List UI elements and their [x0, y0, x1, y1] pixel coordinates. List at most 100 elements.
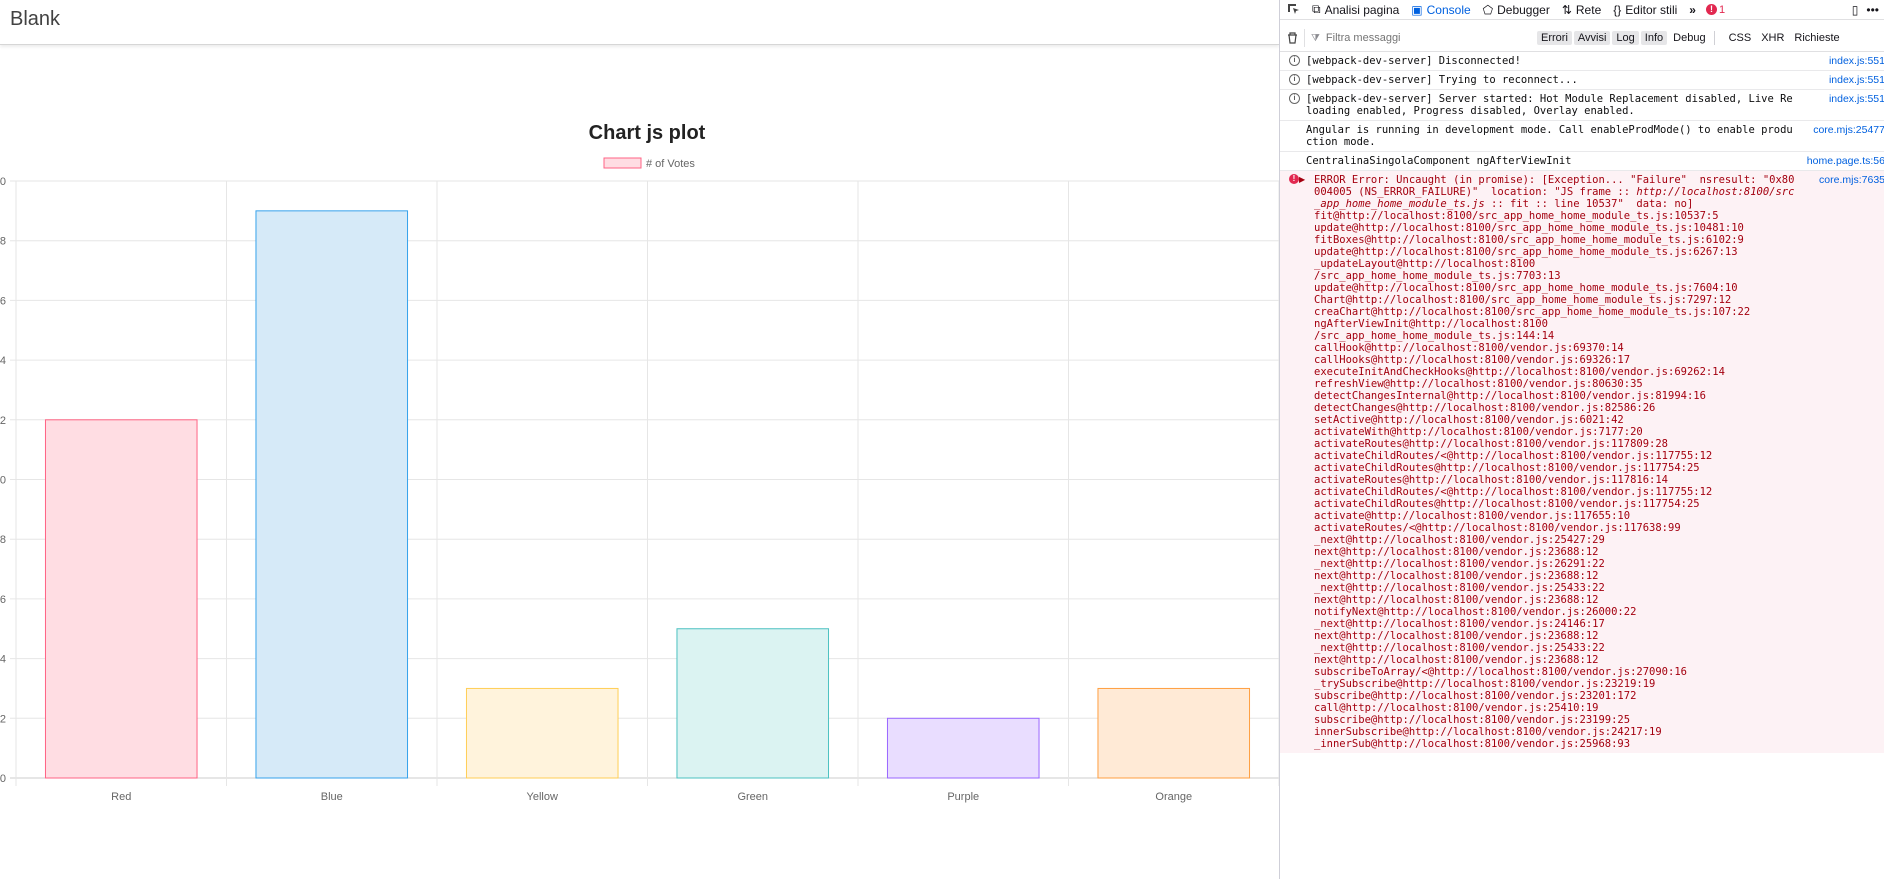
- message-source-link[interactable]: index.js:551: [1829, 93, 1884, 105]
- message-text: [webpack-dev-server] Trying to reconnect…: [1306, 74, 1578, 86]
- message-source-link[interactable]: core.mjs:7635: [1819, 174, 1884, 186]
- filter-level-debug[interactable]: Debug: [1669, 31, 1709, 45]
- stack-frame[interactable]: callHooks@http://localhost:8100/vendor.j…: [1314, 354, 1799, 366]
- message-source-link[interactable]: index.js:551: [1829, 74, 1884, 86]
- stack-frame[interactable]: /src_app_home_home_module_ts.js:144:14: [1314, 330, 1799, 342]
- tab-console[interactable]: ▣ Console: [1405, 0, 1476, 19]
- tab-label: Rete: [1575, 2, 1602, 17]
- stack-frame[interactable]: activateChildRoutes/<@http://localhost:8…: [1314, 450, 1799, 462]
- stack-frame[interactable]: activateChildRoutes@http://localhost:810…: [1314, 498, 1799, 510]
- stack-frame[interactable]: update@http://localhost:8100/src_app_hom…: [1314, 282, 1799, 294]
- console-message: i [webpack-dev-server] Disconnected! index…: [1280, 52, 1884, 71]
- stack-frame[interactable]: creaChart@http://localhost:8100/src_app_…: [1314, 306, 1799, 318]
- stack-frame[interactable]: activate@http://localhost:8100/vendor.js…: [1314, 510, 1799, 522]
- console-message: Angular is running in development mode. …: [1280, 121, 1884, 152]
- y-tick-label: 2: [0, 415, 6, 427]
- expand-arrow-icon[interactable]: ▶: [1299, 174, 1305, 186]
- tab-rete[interactable]: ⇅ Rete: [1556, 0, 1607, 19]
- devtools-panel: ⧉ Analisi pagina ▣ Console ⬠ Debugger ⇅ Rete{} E…: [1279, 0, 1884, 879]
- console-message: i [webpack-dev-server] Trying to reconnec…: [1280, 71, 1884, 90]
- stack-frame[interactable]: _next@http://localhost:8100/vendor.js:25…: [1314, 534, 1799, 546]
- dock-side-icon[interactable]: ▯: [1852, 3, 1859, 17]
- element-picker-icon[interactable]: [1280, 0, 1306, 19]
- info-icon: i: [1289, 93, 1300, 104]
- more-tabs-icon[interactable]: »: [1683, 0, 1702, 19]
- stack-frame[interactable]: next@http://localhost:8100/vendor.js:236…: [1314, 570, 1799, 582]
- clear-console-icon[interactable]: [1280, 32, 1304, 44]
- stack-frame[interactable]: notifyNext@http://localhost:8100/vendor.…: [1314, 606, 1799, 618]
- stack-frame[interactable]: activateChildRoutes@http://localhost:810…: [1314, 462, 1799, 474]
- stack-frame[interactable]: detectChanges@http://localhost:8100/vend…: [1314, 402, 1799, 414]
- stack-frame[interactable]: fit@http://localhost:8100/src_app_home_h…: [1314, 210, 1799, 222]
- tab-analisi-pagina[interactable]: ⧉ Analisi pagina: [1306, 0, 1405, 19]
- filter-level-errori[interactable]: Errori: [1537, 31, 1572, 45]
- stack-frame[interactable]: update@http://localhost:8100/src_app_hom…: [1314, 222, 1799, 234]
- stack-frame[interactable]: _next@http://localhost:8100/vendor.js:26…: [1314, 558, 1799, 570]
- filter-level-log[interactable]: Log: [1612, 31, 1639, 45]
- console-output[interactable]: i [webpack-dev-server] Disconnected! index…: [1280, 52, 1884, 879]
- stack-frame[interactable]: _next@http://localhost:8100/vendor.js:24…: [1314, 618, 1799, 630]
- divider: [1280, 19, 1884, 20]
- stack-frame[interactable]: activateRoutes/<@http://localhost:8100/v…: [1314, 522, 1799, 534]
- stack-frame[interactable]: _updateLayout@http://localhost:8100: [1314, 258, 1799, 270]
- more-menu-icon[interactable]: •••: [1866, 3, 1879, 17]
- tab-label: Editor stili: [1625, 2, 1678, 17]
- stack-frame[interactable]: subscribe@http://localhost:8100/vendor.j…: [1314, 690, 1799, 702]
- info-icon: i: [1289, 55, 1300, 66]
- stack-frame[interactable]: Chart@http://localhost:8100/src_app_home…: [1314, 294, 1799, 306]
- y-tick-label: 8: [0, 534, 6, 546]
- stack-frame[interactable]: _next@http://localhost:8100/vendor.js:25…: [1314, 642, 1799, 654]
- x-tick-label: Green: [737, 791, 768, 803]
- stack-frame[interactable]: activateRoutes@http://localhost:8100/ven…: [1314, 438, 1799, 450]
- stack-frame[interactable]: ngAfterViewInit@http://localhost:8100: [1314, 318, 1799, 330]
- stack-frame[interactable]: detectChangesInternal@http://localhost:8…: [1314, 390, 1799, 402]
- stack-frame[interactable]: /src_app_home_home_module_ts.js:7703:13: [1314, 270, 1799, 282]
- stack-frame[interactable]: activateWith@http://localhost:8100/vendo…: [1314, 426, 1799, 438]
- stack-frame[interactable]: call@http://localhost:8100/vendor.js:254…: [1314, 702, 1799, 714]
- stack-frame[interactable]: activateRoutes@http://localhost:8100/ven…: [1314, 474, 1799, 486]
- stack-frame[interactable]: next@http://localhost:8100/vendor.js:236…: [1314, 630, 1799, 642]
- bar-blue: [255, 210, 409, 779]
- filter-level-info[interactable]: Info: [1640, 31, 1668, 45]
- filter-level-avvisi[interactable]: Avvisi: [1573, 31, 1611, 45]
- error-icon: !: [1705, 4, 1717, 15]
- stack-frame[interactable]: innerSubscribe@http://localhost:8100/ven…: [1314, 726, 1799, 738]
- stack-frame[interactable]: next@http://localhost:8100/vendor.js:236…: [1314, 546, 1799, 558]
- tab-label: Console: [1426, 2, 1471, 17]
- stack-frame[interactable]: _trySubscribe@http://localhost:8100/vend…: [1314, 678, 1799, 690]
- stack-frame[interactable]: next@http://localhost:8100/vendor.js:236…: [1314, 654, 1799, 666]
- stack-frame[interactable]: executeInitAndCheckHooks@http://localhos…: [1314, 366, 1799, 378]
- stack-frame[interactable]: subscribeToArray/<@http://localhost:8100…: [1314, 666, 1799, 678]
- y-tick-label: 6: [0, 295, 6, 307]
- console-icon: ▣: [1411, 2, 1423, 17]
- info-icon: i: [1289, 74, 1300, 85]
- error-icon: !: [1289, 174, 1299, 184]
- tab-editor-stili[interactable]: {} Editor stili: [1607, 0, 1683, 19]
- error-head-tail: :: fit :: line 10537" data: no]: [1484, 198, 1694, 210]
- stack-frame[interactable]: activateChildRoutes/<@http://localhost:8…: [1314, 486, 1799, 498]
- inspector-icon: ⧉: [1312, 2, 1321, 16]
- message-source-link[interactable]: index.js:551: [1829, 55, 1884, 67]
- filter-type-xhr[interactable]: XHR: [1757, 31, 1788, 45]
- stack-frame[interactable]: fitBoxes@http://localhost:8100/src_app_h…: [1314, 234, 1799, 246]
- stack-frame[interactable]: setActive@http://localhost:8100/vendor.j…: [1314, 414, 1799, 426]
- stack-frame[interactable]: refreshView@http://localhost:8100/vendor…: [1314, 378, 1799, 390]
- bar-yellow: [465, 687, 619, 779]
- tab-debugger[interactable]: ⬠ Debugger: [1477, 0, 1556, 19]
- stack-frame[interactable]: next@http://localhost:8100/vendor.js:236…: [1314, 594, 1799, 606]
- message-source-link[interactable]: home.page.ts:56: [1807, 155, 1884, 167]
- stack-frame[interactable]: subscribe@http://localhost:8100/vendor.j…: [1314, 714, 1799, 726]
- filter-input[interactable]: [1323, 31, 1508, 45]
- stack-frame[interactable]: _innerSub@http://localhost:8100/vendor.j…: [1314, 738, 1799, 750]
- stack-frame[interactable]: _next@http://localhost:8100/vendor.js:25…: [1314, 582, 1799, 594]
- stack-frame[interactable]: callHook@http://localhost:8100/vendor.js…: [1314, 342, 1799, 354]
- error-count-badge[interactable]: ! 1: [1705, 4, 1725, 16]
- bar-green: [676, 628, 830, 779]
- filter-type-css[interactable]: CSS: [1725, 31, 1756, 45]
- chart-title: Chart js plot: [589, 122, 706, 144]
- devtools-toolbar: ⧉ Analisi pagina ▣ Console ⬠ Debugger ⇅ Rete{} E…: [1280, 0, 1884, 19]
- stack-frame[interactable]: update@http://localhost:8100/src_app_hom…: [1314, 246, 1799, 258]
- message-source-link[interactable]: core.mjs:25477: [1813, 124, 1884, 136]
- filter-field[interactable]: ⧩: [1304, 29, 1531, 47]
- filter-type-richieste[interactable]: Richieste: [1790, 31, 1843, 45]
